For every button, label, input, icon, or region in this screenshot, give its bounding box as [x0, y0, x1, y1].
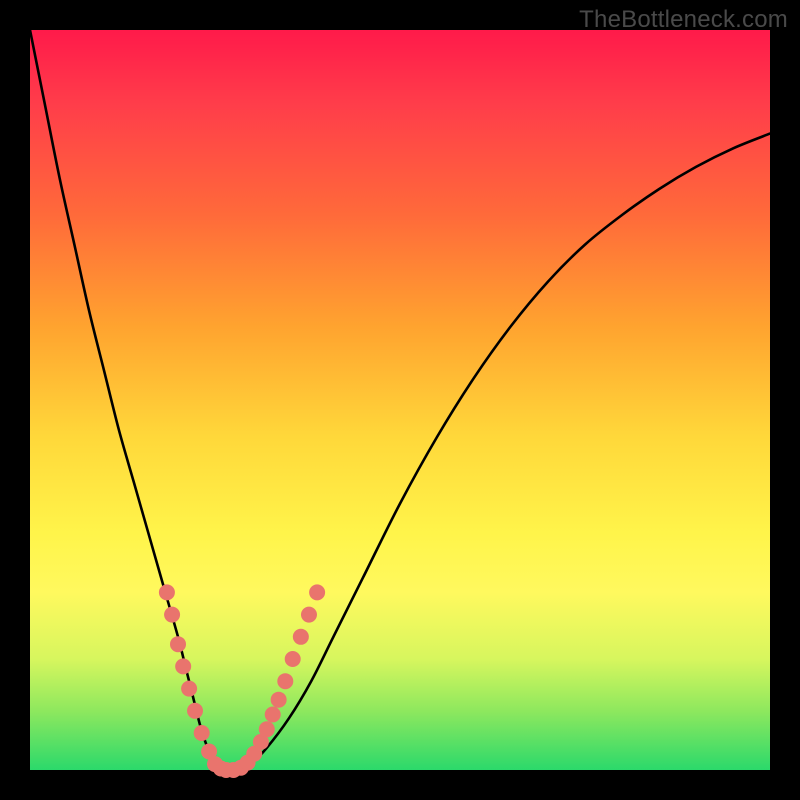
curve-marker — [259, 721, 275, 737]
curve-marker — [301, 607, 317, 623]
curve-marker — [309, 584, 325, 600]
watermark-text: TheBottleneck.com — [579, 6, 788, 34]
curve-marker — [271, 692, 287, 708]
curve-marker — [159, 584, 175, 600]
curve-marker — [293, 629, 309, 645]
curve-marker — [187, 703, 203, 719]
chart-frame: TheBottleneck.com — [0, 0, 800, 800]
plot-area — [30, 30, 770, 770]
curve-marker — [164, 607, 180, 623]
curve-marker — [181, 681, 197, 697]
curve-marker — [277, 673, 293, 689]
chart-svg — [30, 30, 770, 770]
bottleneck-curve — [30, 30, 770, 771]
curve-marker — [265, 707, 281, 723]
curve-marker — [175, 658, 191, 674]
curve-markers — [159, 584, 325, 778]
curve-marker — [194, 725, 210, 741]
curve-marker — [170, 636, 186, 652]
curve-marker — [285, 651, 301, 667]
